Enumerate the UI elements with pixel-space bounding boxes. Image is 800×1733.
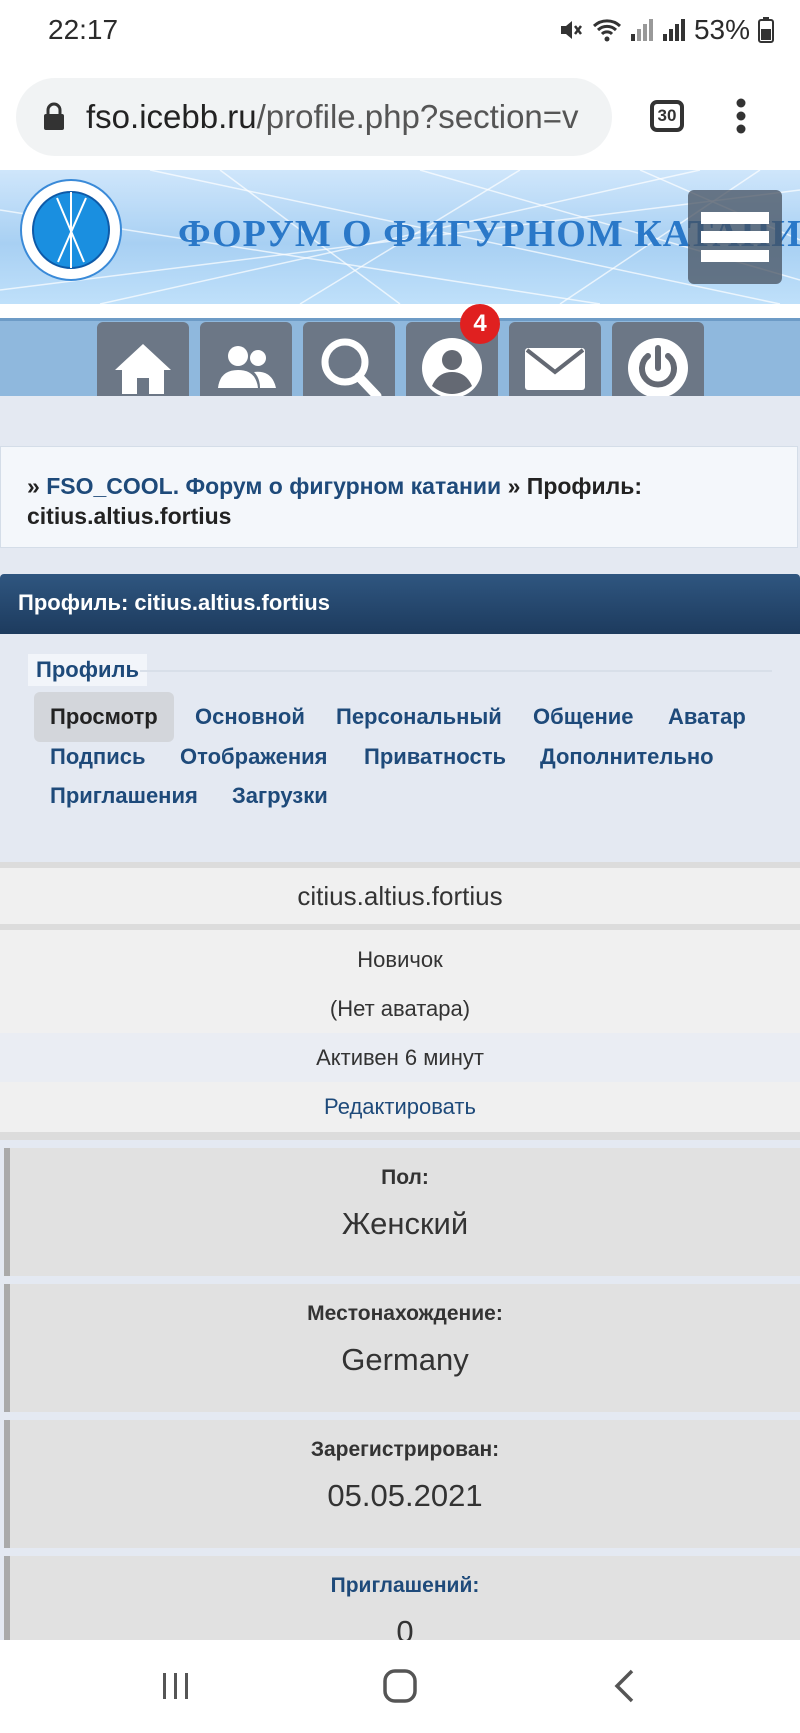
- tab-display[interactable]: Отображения: [180, 744, 328, 770]
- tab-switcher-button[interactable]: 30: [650, 100, 684, 132]
- wifi-icon: [592, 17, 622, 43]
- battery-text: 53%: [693, 14, 750, 45]
- status-time: 22:17: [48, 14, 119, 45]
- field-gender-label: Пол:: [381, 1166, 429, 1189]
- home-icon: [115, 344, 171, 394]
- tab-invitations[interactable]: Приглашения: [50, 783, 198, 809]
- breadcrumb-prefix: »: [27, 473, 40, 499]
- field-location-label: Местонахождение:: [307, 1302, 503, 1325]
- android-navigation-bar: [0, 1640, 800, 1733]
- field-gender: Пол: Женский: [4, 1148, 800, 1276]
- profile-card-divider: [0, 1132, 800, 1140]
- forum-logo[interactable]: [12, 178, 130, 301]
- power-icon: [628, 338, 688, 398]
- profile-username: citius.altius.fortius: [0, 862, 800, 930]
- tab-uploads[interactable]: Загрузки: [232, 783, 328, 809]
- breadcrumb: » FSO_COOL. Форум о фигурном катании » П…: [0, 446, 798, 548]
- section-title: Профиль: citius.altius.fortius: [0, 574, 800, 634]
- battery-icon: [758, 17, 774, 43]
- breadcrumb-forum-link[interactable]: FSO_COOL. Форум о фигурном катании: [46, 473, 501, 499]
- lock-icon[interactable]: [42, 102, 66, 137]
- profile-activity: Активен 6 минут: [0, 1033, 800, 1082]
- profile-card: citius.altius.fortius Новичок (Нет авата…: [0, 862, 800, 1140]
- browser-toolbar: fso.icebb.ru/profile.php?section=v 30: [0, 62, 800, 170]
- address-bar[interactable]: fso.icebb.ru/profile.php?section=v: [16, 78, 612, 156]
- url-path: /profile.php?section=v: [256, 98, 579, 135]
- more-options-icon[interactable]: [735, 98, 747, 139]
- field-registered-label: Зарегистрирован:: [310, 1438, 500, 1461]
- profile-avatar-text: (Нет аватара): [329, 996, 471, 1021]
- tab-view[interactable]: Просмотр: [34, 692, 174, 742]
- home-nav-icon[interactable]: [382, 1668, 418, 1709]
- tab-messaging[interactable]: Общение: [533, 704, 634, 730]
- signal-icon: [630, 18, 654, 42]
- url-text[interactable]: fso.icebb.ru/profile.php?section=v: [86, 98, 579, 136]
- field-registered: Зарегистрирован: 05.05.2021: [4, 1420, 800, 1548]
- profile-menu-title: Профиль: [28, 654, 147, 686]
- field-location-value: Germany: [341, 1342, 469, 1377]
- tab-personal[interactable]: Персональный: [336, 704, 502, 730]
- tab-privacy[interactable]: Приватность: [364, 744, 506, 770]
- recent-apps-icon[interactable]: [160, 1670, 192, 1707]
- back-icon[interactable]: [612, 1668, 636, 1709]
- tab-signature[interactable]: Подпись: [50, 744, 146, 770]
- field-gender-value: Женский: [341, 1206, 469, 1241]
- profile-edit-link[interactable]: Редактировать: [0, 1082, 800, 1131]
- menu-hamburger-icon[interactable]: [688, 190, 782, 284]
- field-invitations: Приглашений: 0: [4, 1556, 800, 1640]
- search-icon: [321, 338, 382, 401]
- tab-additional[interactable]: Дополнительно: [540, 744, 714, 770]
- forum-banner[interactable]: ФОРУМ О ФИГУРНОМ КАТАНИИ: [0, 170, 800, 304]
- field-registered-value: 05.05.2021: [327, 1478, 483, 1513]
- field-invitations-value: 0: [396, 1614, 414, 1640]
- field-location: Местонахождение: Germany: [4, 1284, 800, 1412]
- profile-menu-divider: [140, 670, 772, 672]
- field-invitations-label: Приглашений:: [330, 1574, 480, 1597]
- users-icon: [218, 346, 276, 388]
- status-bar: 22:17 53%: [0, 0, 800, 62]
- url-host: fso.icebb.ru: [86, 98, 257, 135]
- mute-icon: [558, 17, 584, 43]
- tab-avatar[interactable]: Аватар: [668, 704, 746, 730]
- signal-icon-2: [662, 18, 686, 42]
- mail-icon: [525, 348, 585, 390]
- tab-basic[interactable]: Основной: [195, 704, 305, 730]
- profile-rank: Новичок: [357, 947, 443, 972]
- profile-menu: Профиль Просмотр Основной Персональный О…: [0, 634, 800, 862]
- breadcrumb-separator: »: [507, 473, 521, 499]
- notification-badge[interactable]: 4: [460, 304, 500, 344]
